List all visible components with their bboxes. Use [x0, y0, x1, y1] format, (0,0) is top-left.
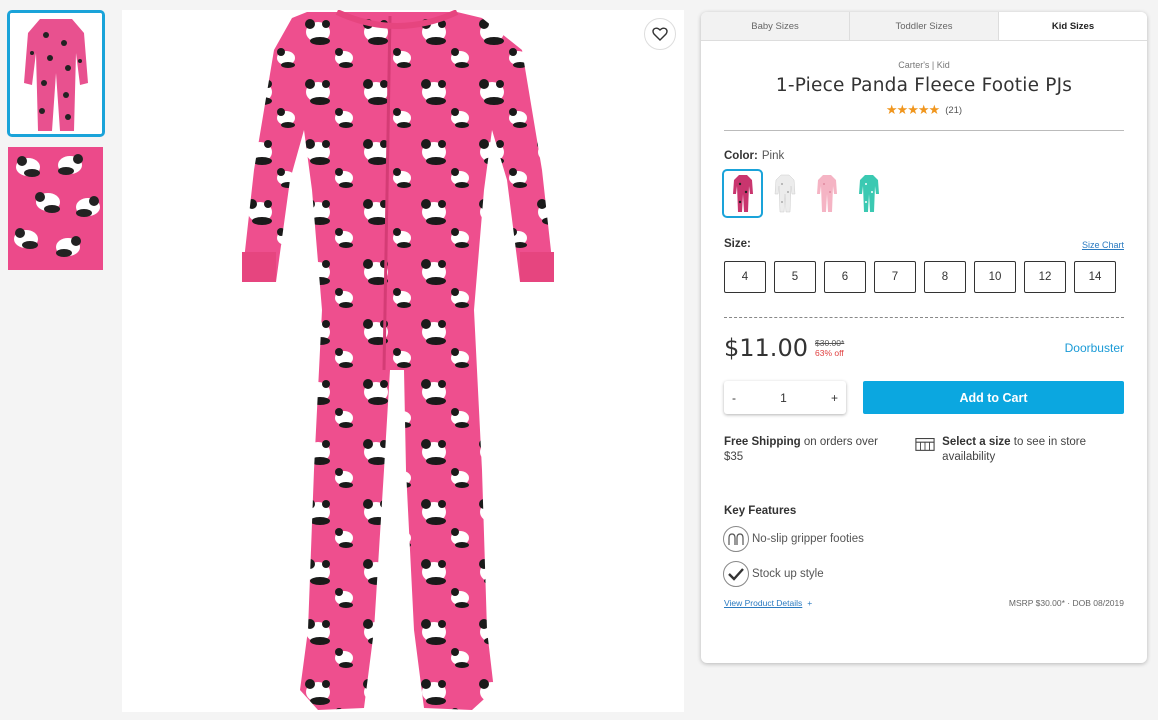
size-option[interactable]: 4 — [724, 261, 766, 293]
pattern-thumbnail-image — [8, 147, 103, 270]
view-details-group[interactable]: View Product Details + — [724, 598, 812, 608]
store-availability[interactable]: Select a size to see in store availabili… — [915, 435, 1124, 465]
size-option[interactable]: 6 — [824, 261, 866, 293]
pajama-swatch-icon — [816, 174, 837, 212]
thumbnail-pattern-closeup[interactable] — [8, 147, 103, 270]
size-chart-link[interactable]: Size Chart — [1082, 240, 1124, 250]
size-range-tabs: Baby Sizes Toddler Sizes Kid Sizes — [701, 12, 1147, 41]
tab-baby-sizes[interactable]: Baby Sizes — [701, 12, 850, 40]
favorite-button[interactable] — [644, 18, 676, 50]
shipping-row: Free Shipping on orders over $35 Select … — [724, 435, 1124, 465]
rating-count[interactable]: (21) — [945, 105, 962, 116]
swatch-pink-panda[interactable] — [722, 169, 763, 218]
size-header: Size: Size Chart — [724, 238, 1124, 250]
dashed-divider — [724, 317, 1124, 318]
free-shipping-info: Free Shipping on orders over $35 — [724, 435, 897, 465]
size-option[interactable]: 8 — [924, 261, 966, 293]
tab-toddler-sizes[interactable]: Toddler Sizes — [850, 12, 999, 40]
qty-decrement-button[interactable]: - — [732, 391, 736, 405]
original-price: $30.00* — [814, 338, 845, 348]
pajama-swatch-icon — [858, 174, 879, 212]
size-options: 4 5 6 7 8 10 12 14 — [724, 261, 1124, 293]
free-shipping-label: Free Shipping — [724, 436, 801, 448]
feature-label: Stock up style — [752, 568, 824, 580]
msrp-info: MSRP $30.00* · DOB 08/2019 — [1008, 598, 1124, 608]
product-brand: Carter's | Kid — [898, 60, 950, 70]
store-availability-text: Select a size to see in store availabili… — [942, 435, 1124, 465]
qty-increment-button[interactable]: + — [831, 391, 838, 405]
price-meta: $30.00* 63% off — [815, 338, 844, 358]
color-label: Color: — [724, 150, 758, 162]
product-panel: Baby Sizes Toddler Sizes Kid Sizes Carte… — [701, 12, 1147, 663]
pajama-swatch-icon — [774, 174, 795, 212]
checkmark-icon — [723, 561, 749, 587]
thumbnail-full-view[interactable] — [7, 10, 105, 137]
select-size-label: Select a size — [942, 436, 1011, 448]
key-features-title: Key Features — [724, 505, 797, 517]
main-product-image[interactable] — [122, 10, 684, 712]
product-rating[interactable]: ★★★★★ (21) — [701, 102, 1147, 117]
quantity-stepper: - 1 + — [724, 381, 846, 414]
expand-details-icon[interactable]: + — [807, 598, 812, 608]
feature-item: No-slip gripper footies — [723, 526, 1124, 552]
current-price: $11.00 — [724, 334, 808, 362]
color-swatches — [722, 169, 1147, 218]
pajama-main-image — [242, 10, 554, 710]
add-to-cart-button[interactable]: Add to Cart — [863, 381, 1124, 414]
color-value: Pink — [761, 150, 785, 162]
size-option[interactable]: 5 — [774, 261, 816, 293]
feature-item: Stock up style — [723, 561, 1124, 587]
price-row: $11.00 $30.00* 63% off Doorbuster — [724, 334, 1124, 362]
product-title: 1-Piece Panda Fleece Footie PJs — [775, 75, 1073, 96]
pajama-swatch-icon — [732, 174, 753, 212]
divider — [724, 130, 1124, 131]
size-option[interactable]: 7 — [874, 261, 916, 293]
swatch-teal[interactable] — [848, 169, 889, 218]
pajama-thumbnail-image — [10, 13, 102, 134]
thumbnail-list — [7, 10, 105, 280]
size-option[interactable]: 12 — [1024, 261, 1066, 293]
color-label-row: Color: Pink — [724, 150, 1124, 162]
gripper-icon — [723, 526, 749, 552]
store-icon — [915, 438, 935, 451]
panel-footer: View Product Details + MSRP $30.00* · DOB… — [724, 598, 1124, 608]
qty-input[interactable]: 1 — [780, 391, 787, 405]
tab-kid-sizes[interactable]: Kid Sizes — [999, 12, 1147, 40]
swatch-light-pink[interactable] — [806, 169, 847, 218]
heart-icon — [652, 27, 668, 41]
discount-percent: 63% off — [814, 348, 844, 358]
size-label: Size: — [724, 238, 751, 250]
star-rating-icon: ★★★★★ — [885, 102, 940, 117]
size-option[interactable]: 14 — [1074, 261, 1116, 293]
view-product-details-link[interactable]: View Product Details — [724, 598, 802, 608]
promo-badge: Doorbuster — [1064, 341, 1124, 355]
cart-row: - 1 + Add to Cart — [724, 381, 1124, 414]
feature-label: No-slip gripper footies — [752, 533, 864, 545]
size-option[interactable]: 10 — [974, 261, 1016, 293]
swatch-white[interactable] — [764, 169, 805, 218]
